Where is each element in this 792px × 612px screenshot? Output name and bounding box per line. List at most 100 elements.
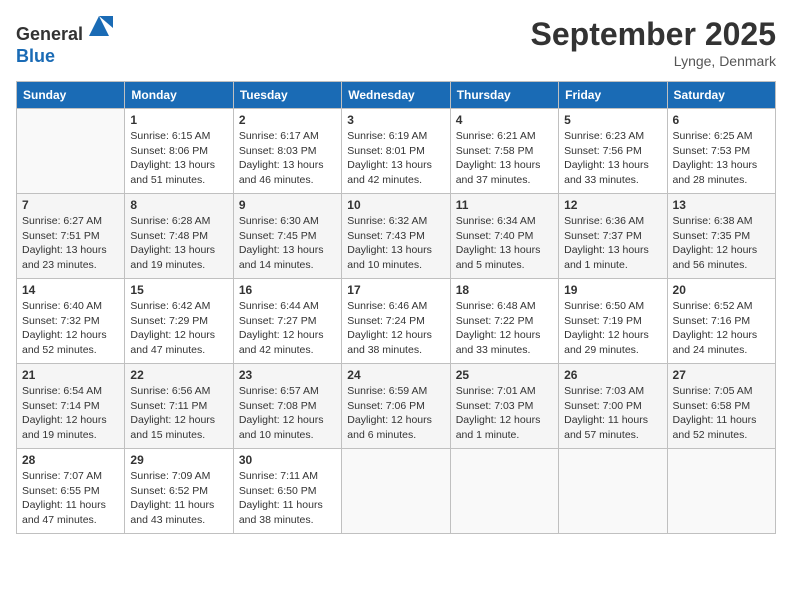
calendar-day-cell: 28Sunrise: 7:07 AM Sunset: 6:55 PM Dayli…: [17, 449, 125, 534]
day-info: Sunrise: 6:40 AM Sunset: 7:32 PM Dayligh…: [22, 299, 119, 358]
day-info: Sunrise: 6:23 AM Sunset: 7:56 PM Dayligh…: [564, 129, 661, 188]
day-number: 19: [564, 283, 661, 297]
calendar-week-row: 21 Sunrise: 6:54 AM Sunset: 7:14 PM Dayli…: [17, 364, 776, 449]
calendar-day-cell: 30 Sunrise: 7:11 AM Sunset: 6:50 PM Dayli…: [233, 449, 341, 534]
calendar-day-cell: 14Sunrise: 6:40 AM Sunset: 7:32 PM Dayli…: [17, 279, 125, 364]
calendar-day-cell: 27 Sunrise: 7:05 AM Sunset: 6:58 PM Dayli…: [667, 364, 775, 449]
calendar-day-cell: 15 Sunrise: 6:42 AM Sunset: 7:29 PM Dayli…: [125, 279, 233, 364]
day-info: Sunrise: 6:42 AM Sunset: 7:29 PM Dayligh…: [130, 299, 227, 358]
weekday-header-cell: Friday: [559, 82, 667, 109]
calendar-day-cell: [667, 449, 775, 534]
day-number: 9: [239, 198, 336, 212]
calendar-day-cell: 18 Sunrise: 6:48 AM Sunset: 7:22 PM Dayli…: [450, 279, 558, 364]
day-info: Sunrise: 6:38 AM Sunset: 7:35 PM Dayligh…: [673, 214, 770, 273]
calendar-day-cell: 13Sunrise: 6:38 AM Sunset: 7:35 PM Dayli…: [667, 194, 775, 279]
logo-icon: [85, 12, 113, 40]
calendar-week-row: 1 Sunrise: 6:15 AM Sunset: 8:06 PM Daylig…: [17, 109, 776, 194]
calendar-week-row: 14Sunrise: 6:40 AM Sunset: 7:32 PM Dayli…: [17, 279, 776, 364]
day-number: 30: [239, 453, 336, 467]
calendar-week-row: 28Sunrise: 7:07 AM Sunset: 6:55 PM Dayli…: [17, 449, 776, 534]
calendar-day-cell: 2Sunrise: 6:17 AM Sunset: 8:03 PM Daylig…: [233, 109, 341, 194]
day-number: 4: [456, 113, 553, 127]
day-info: Sunrise: 6:21 AM Sunset: 7:58 PM Dayligh…: [456, 129, 553, 188]
day-info: Sunrise: 7:01 AM Sunset: 7:03 PM Dayligh…: [456, 384, 553, 443]
day-info: Sunrise: 6:44 AM Sunset: 7:27 PM Dayligh…: [239, 299, 336, 358]
day-info: Sunrise: 7:09 AM Sunset: 6:52 PM Dayligh…: [130, 469, 227, 528]
calendar-day-cell: 17 Sunrise: 6:46 AM Sunset: 7:24 PM Dayli…: [342, 279, 450, 364]
calendar-day-cell: [450, 449, 558, 534]
calendar-week-row: 7Sunrise: 6:27 AM Sunset: 7:51 PM Daylig…: [17, 194, 776, 279]
calendar-day-cell: 16Sunrise: 6:44 AM Sunset: 7:27 PM Dayli…: [233, 279, 341, 364]
day-number: 21: [22, 368, 119, 382]
calendar-day-cell: 12Sunrise: 6:36 AM Sunset: 7:37 PM Dayli…: [559, 194, 667, 279]
calendar-day-cell: 6 Sunrise: 6:25 AM Sunset: 7:53 PM Daylig…: [667, 109, 775, 194]
calendar-day-cell: [559, 449, 667, 534]
day-number: 23: [239, 368, 336, 382]
page-header: General Blue September 2025 Lynge, Denma…: [16, 16, 776, 69]
calendar-day-cell: 21 Sunrise: 6:54 AM Sunset: 7:14 PM Dayli…: [17, 364, 125, 449]
day-number: 11: [456, 198, 553, 212]
day-number: 7: [22, 198, 119, 212]
day-number: 20: [673, 283, 770, 297]
calendar-day-cell: 8 Sunrise: 6:28 AM Sunset: 7:48 PM Daylig…: [125, 194, 233, 279]
day-info: Sunrise: 6:57 AM Sunset: 7:08 PM Dayligh…: [239, 384, 336, 443]
calendar-day-cell: 24 Sunrise: 6:59 AM Sunset: 7:06 PM Dayli…: [342, 364, 450, 449]
day-info: Sunrise: 6:34 AM Sunset: 7:40 PM Dayligh…: [456, 214, 553, 273]
calendar-day-cell: [342, 449, 450, 534]
day-number: 18: [456, 283, 553, 297]
logo-text: General Blue: [16, 16, 113, 67]
day-info: Sunrise: 6:30 AM Sunset: 7:45 PM Dayligh…: [239, 214, 336, 273]
day-info: Sunrise: 6:46 AM Sunset: 7:24 PM Dayligh…: [347, 299, 444, 358]
day-number: 22: [130, 368, 227, 382]
day-info: Sunrise: 6:54 AM Sunset: 7:14 PM Dayligh…: [22, 384, 119, 443]
day-number: 27: [673, 368, 770, 382]
day-info: Sunrise: 6:28 AM Sunset: 7:48 PM Dayligh…: [130, 214, 227, 273]
title-block: September 2025 Lynge, Denmark: [531, 16, 776, 69]
day-info: Sunrise: 7:05 AM Sunset: 6:58 PM Dayligh…: [673, 384, 770, 443]
calendar-day-cell: 10Sunrise: 6:32 AM Sunset: 7:43 PM Dayli…: [342, 194, 450, 279]
day-info: Sunrise: 6:59 AM Sunset: 7:06 PM Dayligh…: [347, 384, 444, 443]
day-number: 6: [673, 113, 770, 127]
calendar-day-cell: 3 Sunrise: 6:19 AM Sunset: 8:01 PM Daylig…: [342, 109, 450, 194]
day-info: Sunrise: 6:15 AM Sunset: 8:06 PM Dayligh…: [130, 129, 227, 188]
calendar-day-cell: 9 Sunrise: 6:30 AM Sunset: 7:45 PM Daylig…: [233, 194, 341, 279]
weekday-header-cell: Thursday: [450, 82, 558, 109]
calendar-day-cell: 19 Sunrise: 6:50 AM Sunset: 7:19 PM Dayli…: [559, 279, 667, 364]
logo: General Blue: [16, 16, 113, 67]
day-number: 24: [347, 368, 444, 382]
calendar-day-cell: 5 Sunrise: 6:23 AM Sunset: 7:56 PM Daylig…: [559, 109, 667, 194]
calendar-day-cell: 22 Sunrise: 6:56 AM Sunset: 7:11 PM Dayli…: [125, 364, 233, 449]
weekday-header-cell: Sunday: [17, 82, 125, 109]
day-number: 5: [564, 113, 661, 127]
calendar-day-cell: 23 Sunrise: 6:57 AM Sunset: 7:08 PM Dayli…: [233, 364, 341, 449]
calendar-day-cell: 7Sunrise: 6:27 AM Sunset: 7:51 PM Daylig…: [17, 194, 125, 279]
day-info: Sunrise: 6:56 AM Sunset: 7:11 PM Dayligh…: [130, 384, 227, 443]
weekday-header-cell: Tuesday: [233, 82, 341, 109]
day-number: 29: [130, 453, 227, 467]
day-number: 8: [130, 198, 227, 212]
weekday-header-cell: Saturday: [667, 82, 775, 109]
logo-general: General: [16, 24, 83, 44]
calendar-day-cell: 29 Sunrise: 7:09 AM Sunset: 6:52 PM Dayli…: [125, 449, 233, 534]
day-info: Sunrise: 6:32 AM Sunset: 7:43 PM Dayligh…: [347, 214, 444, 273]
logo-blue: Blue: [16, 46, 55, 66]
day-info: Sunrise: 6:19 AM Sunset: 8:01 PM Dayligh…: [347, 129, 444, 188]
day-info: Sunrise: 6:50 AM Sunset: 7:19 PM Dayligh…: [564, 299, 661, 358]
calendar-body: 1 Sunrise: 6:15 AM Sunset: 8:06 PM Daylig…: [17, 109, 776, 534]
day-number: 17: [347, 283, 444, 297]
calendar-day-cell: 25 Sunrise: 7:01 AM Sunset: 7:03 PM Dayli…: [450, 364, 558, 449]
weekday-header-cell: Monday: [125, 82, 233, 109]
calendar-day-cell: 4 Sunrise: 6:21 AM Sunset: 7:58 PM Daylig…: [450, 109, 558, 194]
day-info: Sunrise: 6:52 AM Sunset: 7:16 PM Dayligh…: [673, 299, 770, 358]
day-info: Sunrise: 6:48 AM Sunset: 7:22 PM Dayligh…: [456, 299, 553, 358]
day-number: 1: [130, 113, 227, 127]
day-info: Sunrise: 7:11 AM Sunset: 6:50 PM Dayligh…: [239, 469, 336, 528]
day-number: 15: [130, 283, 227, 297]
weekday-header-row: SundayMondayTuesdayWednesdayThursdayFrid…: [17, 82, 776, 109]
day-number: 12: [564, 198, 661, 212]
day-info: Sunrise: 6:17 AM Sunset: 8:03 PM Dayligh…: [239, 129, 336, 188]
day-number: 3: [347, 113, 444, 127]
day-number: 25: [456, 368, 553, 382]
calendar-table: SundayMondayTuesdayWednesdayThursdayFrid…: [16, 81, 776, 534]
day-info: Sunrise: 6:25 AM Sunset: 7:53 PM Dayligh…: [673, 129, 770, 188]
